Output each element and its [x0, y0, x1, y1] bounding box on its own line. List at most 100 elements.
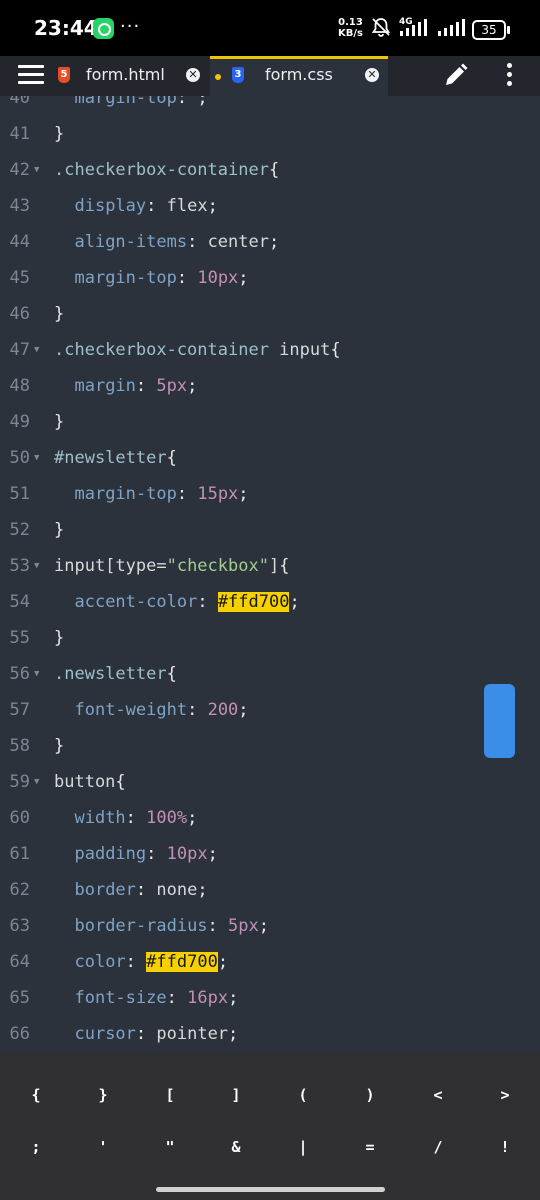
code-text: }	[54, 124, 65, 144]
code-line[interactable]: 63 border-radius: 5px;	[0, 908, 540, 944]
code-text: display: flex;	[74, 196, 218, 216]
symbol-key[interactable]: |	[283, 1127, 323, 1167]
battery-icon: 35	[472, 20, 510, 40]
line-number: 56	[9, 664, 30, 684]
signal-icon-2	[438, 19, 465, 36]
css3-icon: 3	[232, 67, 244, 83]
code-text: #newsletter{	[54, 448, 177, 468]
code-line[interactable]: 57 font-weight: 200;	[0, 692, 540, 728]
network-speed-value: 0.13	[338, 17, 363, 28]
code-line[interactable]: 45 margin-top: 10px;	[0, 260, 540, 296]
symbol-key[interactable]: !	[485, 1127, 525, 1167]
symbol-key[interactable]: /	[418, 1127, 458, 1167]
symbol-key[interactable]: <	[418, 1075, 458, 1115]
code-text: .checkerbox-container{	[54, 160, 280, 180]
symbol-key[interactable]: '	[83, 1127, 123, 1167]
code-line[interactable]: 42 ▼ .checkerbox-container{	[0, 152, 540, 188]
fold-arrow-icon[interactable]: ▼	[34, 548, 39, 584]
code-text: button{	[54, 772, 126, 792]
symbol-key[interactable]: >	[485, 1075, 525, 1115]
code-line[interactable]: 55}	[0, 620, 540, 656]
code-text: color: #ffd700;	[74, 952, 229, 972]
code-text: .newsletter{	[54, 664, 177, 684]
code-line[interactable]: 40 margin-top: ;	[0, 96, 540, 116]
symbol-key[interactable]: }	[83, 1075, 123, 1115]
code-editor[interactable]: 40 margin-top: ; 41} 42 ▼ .checkerbox-contai…	[0, 96, 540, 1054]
code-text: }	[54, 628, 65, 648]
tab-form-css[interactable]: 3 form.css ✕	[210, 56, 388, 96]
code-line[interactable]: 43 display: flex;	[0, 188, 540, 224]
code-line[interactable]: 65 font-size: 16px;	[0, 980, 540, 1016]
unsaved-indicator	[215, 74, 221, 80]
symbol-key[interactable]: [	[150, 1075, 190, 1115]
code-line[interactable]: 44 align-items: center;	[0, 224, 540, 260]
symbol-key[interactable]: =	[350, 1127, 390, 1167]
code-text: font-size: 16px;	[74, 988, 239, 1008]
line-number: 53	[9, 556, 30, 576]
more-vert-icon[interactable]	[506, 63, 514, 89]
code-line[interactable]: 60 width: 100%;	[0, 800, 540, 836]
code-text: margin-top: 10px;	[74, 268, 249, 288]
line-number: 45	[9, 268, 30, 288]
code-line[interactable]: 64 color: #ffd700;	[0, 944, 540, 980]
line-number: 59	[9, 772, 30, 792]
code-text: }	[54, 412, 65, 432]
code-line[interactable]: 46}	[0, 296, 540, 332]
symbol-key[interactable]: ]	[216, 1075, 256, 1115]
close-tab-icon[interactable]: ✕	[186, 68, 200, 82]
code-line[interactable]: 54 accent-color: #ffd700;	[0, 584, 540, 620]
line-number: 43	[9, 196, 30, 216]
symbol-key[interactable]: &	[216, 1127, 256, 1167]
code-text: margin-top: ;	[74, 96, 208, 108]
code-line[interactable]: 56 ▼ .newsletter{	[0, 656, 540, 692]
tab-form-html[interactable]: 5 form.html ✕	[50, 56, 208, 96]
code-text: border: none;	[74, 880, 208, 900]
line-number: 48	[9, 376, 30, 396]
line-number: 47	[9, 340, 30, 360]
symbol-key[interactable]: ;	[16, 1127, 56, 1167]
line-number: 46	[9, 304, 30, 324]
code-text: width: 100%;	[74, 808, 198, 828]
line-number: 42	[9, 160, 30, 180]
pencil-edit-icon[interactable]	[440, 61, 470, 91]
symbol-key[interactable]: {	[16, 1075, 56, 1115]
code-line[interactable]: 51 margin-top: 15px;	[0, 476, 540, 512]
line-number: 60	[9, 808, 30, 828]
code-line[interactable]: 49}	[0, 404, 540, 440]
symbol-key[interactable]: (	[283, 1075, 323, 1115]
fold-arrow-icon[interactable]: ▼	[34, 152, 39, 188]
code-text: .checkerbox-container input{	[54, 340, 341, 360]
fold-arrow-icon[interactable]: ▼	[34, 656, 39, 692]
fold-arrow-icon[interactable]: ▼	[34, 764, 39, 800]
symbol-key[interactable]: )	[350, 1075, 390, 1115]
scrollbar-thumb[interactable]	[484, 684, 515, 758]
fold-arrow-icon[interactable]: ▼	[34, 440, 39, 476]
close-tab-icon[interactable]: ✕	[365, 68, 379, 82]
line-number: 49	[9, 412, 30, 432]
code-line[interactable]: 62 border: none;	[0, 872, 540, 908]
code-text: margin: 5px;	[74, 376, 198, 396]
line-number: 54	[9, 592, 30, 612]
more-notifications-icon: ···	[120, 16, 141, 37]
gesture-bar[interactable]	[156, 1187, 385, 1192]
code-line[interactable]: 47 ▼ .checkerbox-container input{	[0, 332, 540, 368]
fold-arrow-icon[interactable]: ▼	[34, 332, 39, 368]
symbol-key-bar: {} [] () < >; ' " & | = /!	[0, 1054, 540, 1200]
code-line[interactable]: 61 padding: 10px;	[0, 836, 540, 872]
line-number: 62	[9, 880, 30, 900]
code-line[interactable]: 66 cursor: pointer;	[0, 1016, 540, 1052]
code-line[interactable]: 48 margin: 5px;	[0, 368, 540, 404]
code-text: padding: 10px;	[74, 844, 218, 864]
signal-icon	[400, 19, 427, 36]
code-line[interactable]: 58}	[0, 728, 540, 764]
line-number: 55	[9, 628, 30, 648]
code-line[interactable]: 50 ▼ #newsletter{	[0, 440, 540, 476]
code-line[interactable]: 52}	[0, 512, 540, 548]
hamburger-menu-icon[interactable]	[18, 65, 44, 85]
code-line[interactable]: 53 ▼ input[type="checkbox"]{	[0, 548, 540, 584]
code-line[interactable]: 41}	[0, 116, 540, 152]
code-text: font-weight: 200;	[74, 700, 249, 720]
code-line[interactable]: 59 ▼ button{	[0, 764, 540, 800]
code-text: }	[54, 736, 65, 756]
symbol-key[interactable]: "	[150, 1127, 190, 1167]
